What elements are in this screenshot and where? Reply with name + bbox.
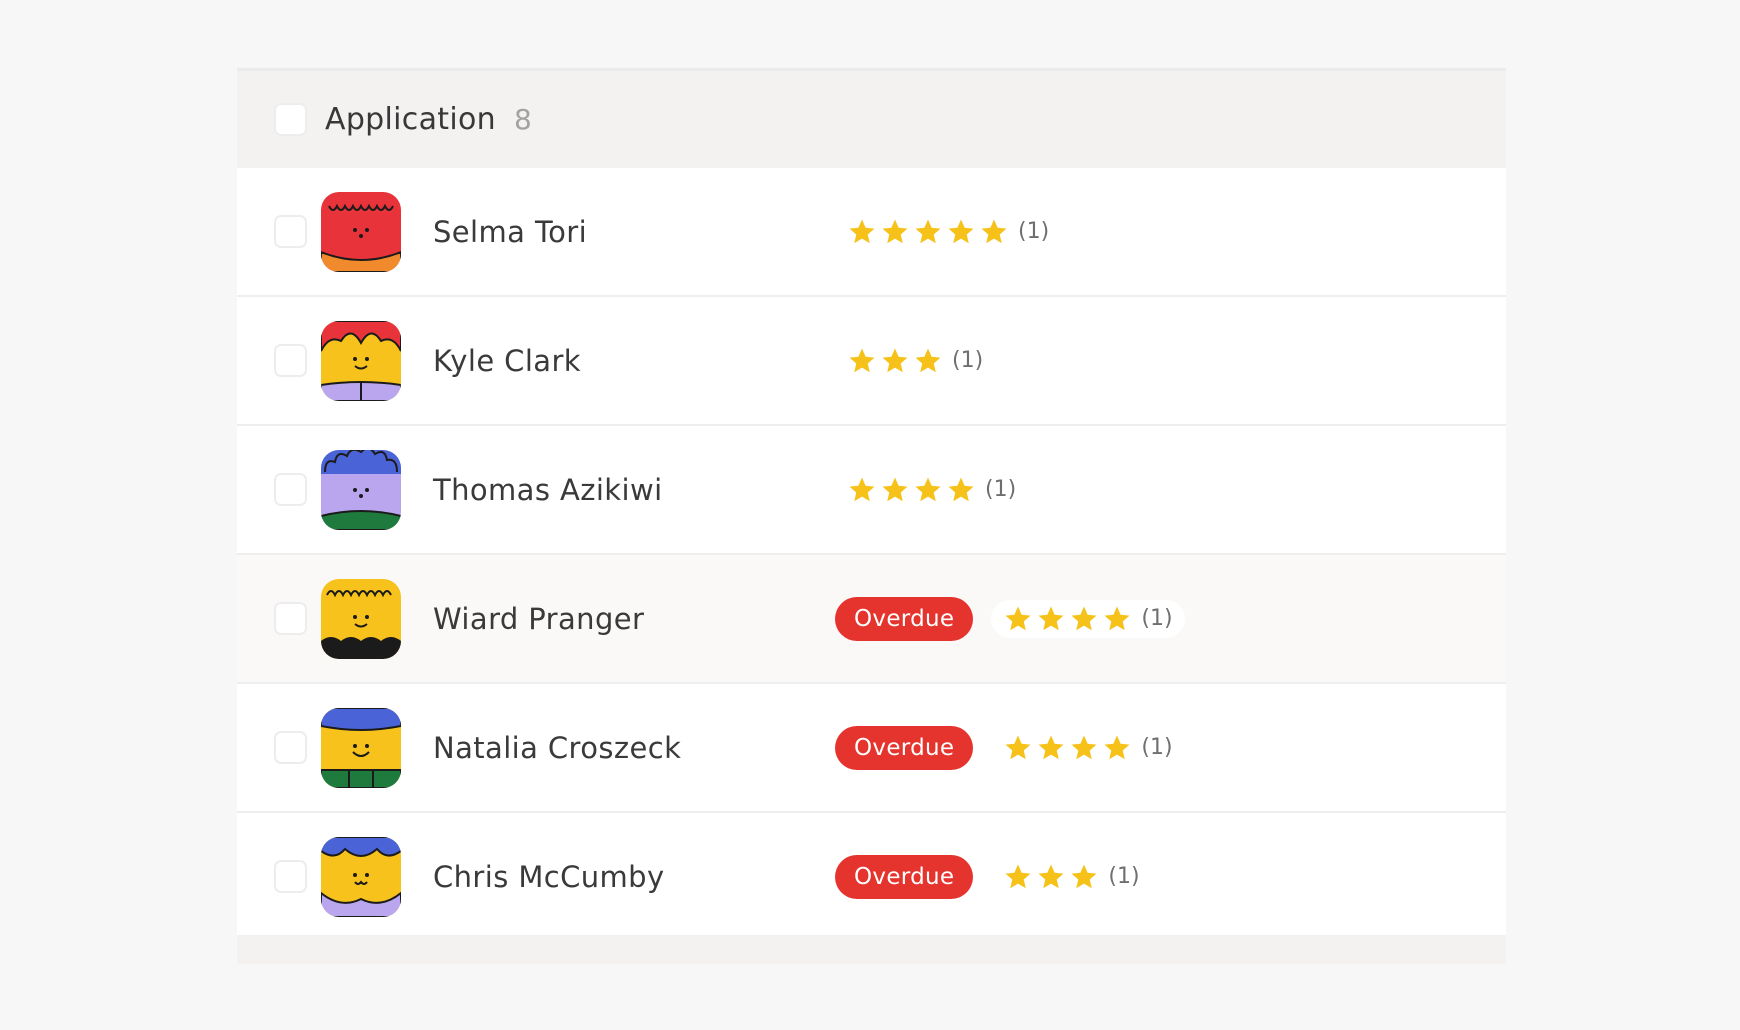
rating[interactable]: (1) xyxy=(835,342,995,380)
overdue-badge: Overdue xyxy=(835,596,974,641)
yellow-purple-collar-avatar xyxy=(321,836,401,917)
rating-stars xyxy=(1003,733,1135,763)
star-icon xyxy=(915,348,941,372)
star-icon xyxy=(1005,606,1031,630)
candidate-meta: (1) xyxy=(835,168,1061,295)
star-icon xyxy=(1005,864,1031,888)
star-icon xyxy=(948,477,974,501)
overdue-badge: Overdue xyxy=(835,854,974,899)
candidate-list-panel: Application 8 Selma Tori (1) Kyle Clark … xyxy=(237,68,1506,964)
red-smile-avatar xyxy=(321,191,401,272)
candidate-meta: (1) xyxy=(835,297,995,424)
star-icon xyxy=(981,219,1007,243)
star-icon xyxy=(1038,735,1064,759)
candidate-name[interactable]: Wiard Pranger xyxy=(433,602,823,636)
star-icon xyxy=(915,477,941,501)
star-icon xyxy=(849,348,875,372)
star-icon xyxy=(849,219,875,243)
rating-stars xyxy=(847,475,979,505)
overdue-badge: Overdue xyxy=(835,725,974,770)
star-icon xyxy=(882,219,908,243)
candidate-row[interactable]: Chris McCumby Overdue (1) xyxy=(237,813,1506,942)
candidate-meta: Overdue (1) xyxy=(835,813,1152,940)
candidate-name[interactable]: Chris McCumby xyxy=(433,860,823,894)
candidate-meta: Overdue (1) xyxy=(835,555,1185,682)
rating-stars xyxy=(1003,604,1135,634)
star-icon xyxy=(1038,864,1064,888)
yellow-red-hair-avatar xyxy=(321,320,401,401)
rating[interactable]: (1) xyxy=(991,729,1184,767)
candidate-row[interactable]: Kyle Clark (1) xyxy=(237,297,1506,426)
rating-count: (1) xyxy=(985,477,1017,502)
rating[interactable]: (1) xyxy=(835,471,1028,509)
yellow-blue-hair-avatar xyxy=(321,707,401,788)
select-all-checkbox[interactable] xyxy=(274,103,307,136)
rating-stars xyxy=(847,217,1012,247)
row-checkbox[interactable] xyxy=(274,731,307,764)
row-checkbox[interactable] xyxy=(274,860,307,893)
star-icon xyxy=(1071,606,1097,630)
rating-count: (1) xyxy=(1141,606,1173,631)
rating-count: (1) xyxy=(952,348,984,373)
rating-stars xyxy=(1003,862,1102,892)
row-checkbox[interactable] xyxy=(274,473,307,506)
rating-count: (1) xyxy=(1141,735,1173,760)
candidate-row[interactable]: Natalia Croszeck Overdue (1) xyxy=(237,684,1506,813)
star-icon xyxy=(1005,735,1031,759)
candidate-name[interactable]: Thomas Azikiwi xyxy=(433,473,823,507)
candidate-name[interactable]: Selma Tori xyxy=(433,215,823,249)
candidate-name[interactable]: Kyle Clark xyxy=(433,344,823,378)
star-icon xyxy=(882,348,908,372)
star-icon xyxy=(882,477,908,501)
rating-count: (1) xyxy=(1018,219,1050,244)
purple-curly-hair-avatar xyxy=(321,449,401,530)
rating-stars xyxy=(847,346,946,376)
candidate-row[interactable]: Selma Tori (1) xyxy=(237,168,1506,297)
row-checkbox[interactable] xyxy=(274,215,307,248)
star-icon xyxy=(948,219,974,243)
next-group-header xyxy=(237,935,1506,964)
star-icon xyxy=(1104,606,1130,630)
candidate-name[interactable]: Natalia Croszeck xyxy=(433,731,823,765)
star-icon xyxy=(1104,735,1130,759)
candidate-row[interactable]: Thomas Azikiwi (1) xyxy=(237,426,1506,555)
row-checkbox[interactable] xyxy=(274,602,307,635)
star-icon xyxy=(849,477,875,501)
group-header: Application 8 xyxy=(237,71,1506,168)
rating[interactable]: (1) xyxy=(835,213,1061,251)
candidate-meta: Overdue (1) xyxy=(835,684,1185,811)
yellow-black-shirt-avatar xyxy=(321,578,401,659)
star-icon xyxy=(1071,735,1097,759)
candidate-meta: (1) xyxy=(835,426,1028,553)
group-count: 8 xyxy=(513,103,532,136)
group-title: Application xyxy=(325,102,496,137)
row-checkbox[interactable] xyxy=(274,344,307,377)
star-icon xyxy=(915,219,941,243)
rating[interactable]: (1) xyxy=(991,858,1151,896)
star-icon xyxy=(1038,606,1064,630)
star-icon xyxy=(1071,864,1097,888)
rating-count: (1) xyxy=(1108,864,1140,889)
rating[interactable]: (1) xyxy=(991,599,1185,638)
candidate-row[interactable]: Wiard Pranger Overdue (1) xyxy=(237,555,1506,684)
